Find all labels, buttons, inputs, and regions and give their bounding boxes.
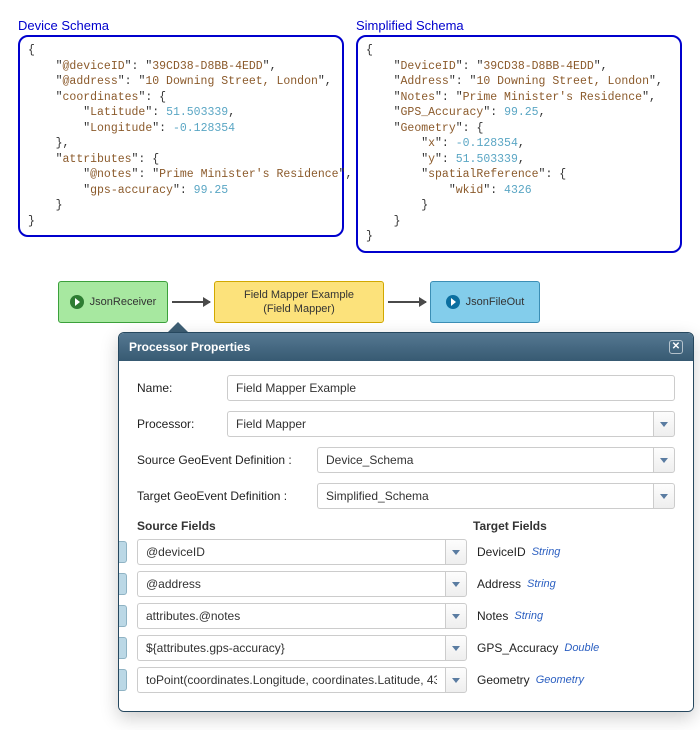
chevron-down-icon[interactable] [653,447,675,473]
mapping-row: Line 1 DeviceID String [118,539,675,565]
line-badge: Line 5 [118,669,127,691]
target-field-name: Notes [477,609,508,623]
target-field-cell: DeviceID String [467,545,560,559]
chevron-down-icon[interactable] [445,635,467,661]
field-mapper-label-2: (Field Mapper) [263,302,335,316]
line-badge: Line 4 [118,637,127,659]
target-field-type: Geometry [536,674,584,686]
simplified-schema-title: Simplified Schema [356,18,682,33]
target-field-type: String [514,610,543,622]
name-row: Name: [137,375,675,401]
target-def-row: Target GeoEvent Definition : [137,483,675,509]
target-def-label: Target GeoEvent Definition : [137,489,317,503]
chevron-down-icon[interactable] [445,667,467,693]
source-field-combo[interactable] [137,539,467,565]
mapping-row: Line 5 Geometry Geometry [118,667,675,693]
chevron-down-icon[interactable] [653,483,675,509]
mapping-row: Line 3 Notes String [118,603,675,629]
chevron-down-icon[interactable] [445,603,467,629]
target-field-name: GPS_Accuracy [477,641,558,655]
source-fields-header: Source Fields [137,519,467,533]
panel-header: Processor Properties ✕ [119,333,693,361]
source-field-input[interactable] [137,635,445,661]
source-field-combo[interactable] [137,635,467,661]
target-def-input[interactable] [317,483,653,509]
field-mapper-label-1: Field Mapper Example [244,288,354,302]
processor-input[interactable] [227,411,653,437]
source-field-combo[interactable] [137,667,467,693]
name-label: Name: [137,381,227,395]
target-field-type: String [527,578,556,590]
chevron-down-icon[interactable] [653,411,675,437]
source-field-input[interactable] [137,539,445,565]
line-badge: Line 1 [118,541,127,563]
line-badge: Line 2 [118,573,127,595]
json-fileout-node[interactable]: JsonFileOut [430,281,540,323]
flow-diagram: JsonReceiver Field Mapper Example (Field… [58,281,682,324]
target-field-cell: Address String [467,577,556,591]
source-def-input[interactable] [317,447,653,473]
source-def-row: Source GeoEvent Definition : [137,447,675,473]
panel-body: Name: Processor: Source GeoEvent Definit… [119,361,693,711]
name-input[interactable] [227,375,675,401]
play-icon [70,295,84,309]
panel-pointer-icon [168,322,188,332]
json-receiver-label: JsonReceiver [90,295,157,309]
json-receiver-node[interactable]: JsonReceiver [58,281,168,323]
play-icon [446,295,460,309]
target-field-type: Double [564,642,599,654]
source-def-combo[interactable] [317,447,675,473]
target-field-cell: GPS_Accuracy Double [467,641,599,655]
arrow-icon [388,301,426,303]
simplified-schema: Simplified Schema { "DeviceID": "39CD38-… [356,18,682,253]
mapping-row: Line 4 GPS_Accuracy Double [118,635,675,661]
source-field-input[interactable] [137,667,445,693]
target-field-name: Geometry [477,673,530,687]
device-schema-title: Device Schema [18,18,344,33]
processor-label: Processor: [137,417,227,431]
chevron-down-icon[interactable] [445,539,467,565]
target-field-cell: Notes String [467,609,543,623]
field-mapper-node[interactable]: Field Mapper Example (Field Mapper) [214,281,384,324]
device-schema-code: { "@deviceID": "39CD38-D8BB-4EDD", "@add… [18,35,344,237]
device-schema: Device Schema { "@deviceID": "39CD38-D8B… [18,18,344,253]
target-field-type: String [532,546,561,558]
processor-properties-panel: Processor Properties ✕ Name: Processor: … [118,332,694,712]
target-field-cell: Geometry Geometry [467,673,584,687]
line-badge: Line 3 [118,605,127,627]
mapping-columns-header: Source Fields Target Fields [137,519,675,533]
source-field-combo[interactable] [137,603,467,629]
source-field-input[interactable] [137,603,445,629]
schema-row: Device Schema { "@deviceID": "39CD38-D8B… [18,18,682,253]
processor-row: Processor: [137,411,675,437]
processor-combo[interactable] [227,411,675,437]
mapping-row: Line 2 Address String [118,571,675,597]
source-def-label: Source GeoEvent Definition : [137,453,317,467]
close-icon[interactable]: ✕ [669,340,683,354]
target-field-name: DeviceID [477,545,526,559]
arrow-icon [172,301,210,303]
panel-title: Processor Properties [129,340,250,354]
target-def-combo[interactable] [317,483,675,509]
simplified-schema-code: { "DeviceID": "39CD38-D8BB-4EDD", "Addre… [356,35,682,253]
source-field-input[interactable] [137,571,445,597]
json-fileout-label: JsonFileOut [466,295,525,309]
mapping-rows: Line 1 DeviceID String Line 2 Address St… [137,539,675,693]
chevron-down-icon[interactable] [445,571,467,597]
source-field-combo[interactable] [137,571,467,597]
target-field-name: Address [477,577,521,591]
target-fields-header: Target Fields [467,519,675,533]
